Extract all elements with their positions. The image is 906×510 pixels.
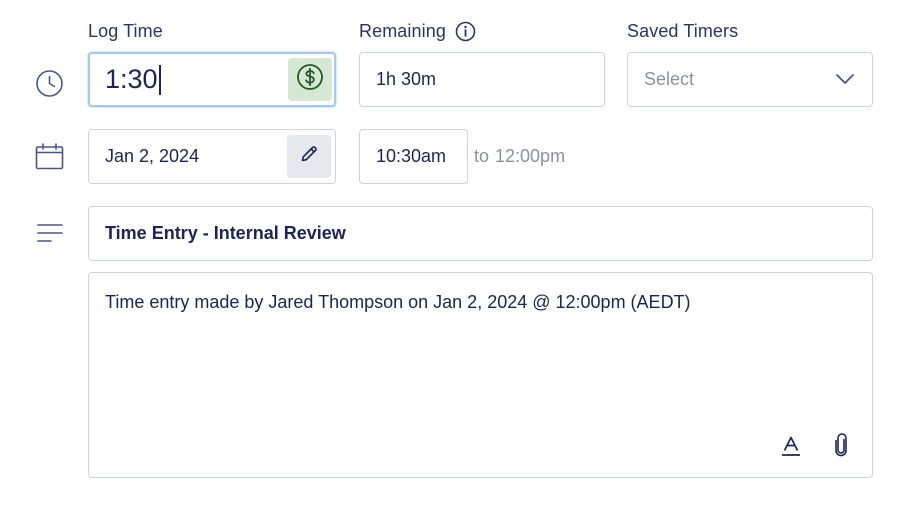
- log-time-value: 1:30: [105, 64, 158, 94]
- remaining-value: 1h 30m: [376, 69, 437, 89]
- pencil-icon: [299, 144, 319, 169]
- remaining-input[interactable]: 1h 30m: [359, 52, 605, 107]
- time-range-connector: to: [474, 146, 490, 166]
- end-time-value: 12:00pm: [495, 146, 566, 166]
- saved-timers-select[interactable]: Select: [627, 52, 873, 107]
- text-cursor: [158, 64, 161, 95]
- title-input[interactable]: Time Entry - Internal Review: [88, 206, 873, 261]
- description-textarea[interactable]: Time entry made by Jared Thompson on Jan…: [88, 272, 873, 478]
- chevron-down-icon: [835, 72, 855, 91]
- title-value: Time Entry - Internal Review: [105, 223, 346, 243]
- notes-lines-icon: [37, 223, 63, 243]
- log-time-label: Log Time: [88, 21, 163, 41]
- date-value: Jan 2, 2024: [105, 146, 200, 166]
- saved-timers-placeholder: Select: [644, 69, 695, 89]
- start-time-input[interactable]: 10:30am: [359, 129, 468, 184]
- edit-date-button[interactable]: [287, 135, 331, 178]
- clock-icon: [35, 69, 64, 98]
- calendar-icon: [35, 143, 64, 170]
- start-time-value: 10:30am: [376, 146, 447, 166]
- text-format-icon[interactable]: [781, 435, 801, 462]
- paperclip-icon[interactable]: [833, 433, 849, 462]
- info-icon[interactable]: [455, 21, 476, 42]
- end-time-text: to 12:00pm: [474, 146, 565, 167]
- remaining-label: Remaining: [359, 21, 476, 42]
- dollar-circle-icon: [296, 63, 324, 96]
- log-time-input[interactable]: 1:30: [88, 52, 336, 107]
- date-input[interactable]: Jan 2, 2024: [88, 129, 336, 184]
- billable-toggle-button[interactable]: [288, 58, 332, 101]
- saved-timers-label: Saved Timers: [627, 21, 739, 41]
- remaining-label-text: Remaining: [359, 21, 446, 41]
- description-value: Time entry made by Jared Thompson on Jan…: [105, 292, 691, 312]
